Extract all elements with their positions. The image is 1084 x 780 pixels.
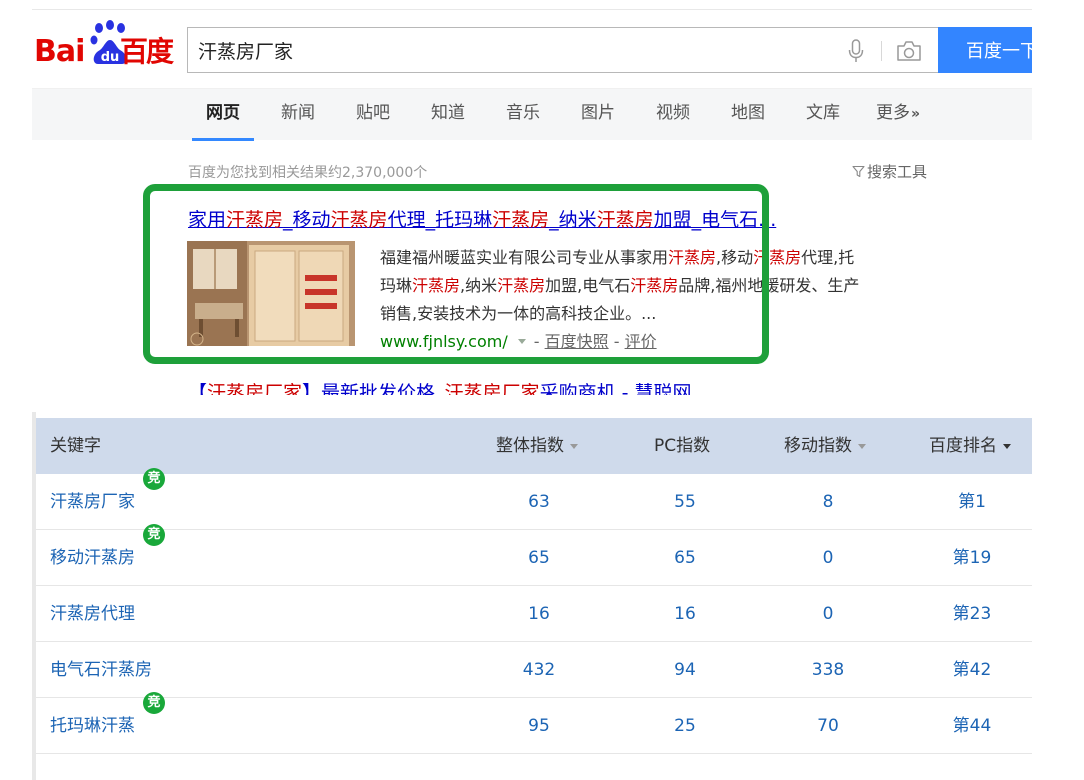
title-text: 采购商机 - 慧聪网 bbox=[539, 382, 692, 395]
nav-tab-zhidao[interactable]: 知道 bbox=[431, 89, 465, 141]
keyword-cell[interactable]: 电气石汗蒸房 bbox=[50, 642, 152, 698]
mobile-cell: 8 bbox=[822, 492, 834, 512]
header-rank-label: 百度排名 bbox=[929, 436, 997, 456]
keyword-index-table: 关键字 整体指数 PC指数 移动指数 百度排名 汗蒸房厂家竞 63 55 8 第1 移动汗… bbox=[32, 412, 1032, 780]
header-mobile-index[interactable]: 移动指数 bbox=[784, 418, 866, 474]
annotation-highlight-frame bbox=[143, 184, 769, 364]
double-chevron-icon: » bbox=[911, 106, 921, 122]
table-row: 移动汗蒸房竞 65 65 0 第19 bbox=[36, 524, 1032, 586]
keyword-cell[interactable]: 托玛琳汗蒸竞 bbox=[50, 692, 165, 754]
keyword-link[interactable]: 汗蒸房厂家 bbox=[50, 492, 135, 512]
header-baidu-rank[interactable]: 百度排名 bbox=[929, 418, 1011, 474]
nav-tab-video[interactable]: 视频 bbox=[656, 89, 690, 141]
nav-tab-music[interactable]: 音乐 bbox=[506, 89, 540, 141]
table-header: 关键字 整体指数 PC指数 移动指数 百度排名 bbox=[36, 418, 1032, 474]
search-tools-label: 搜索工具 bbox=[867, 163, 928, 181]
keyword-link[interactable]: 移动汗蒸房 bbox=[50, 548, 135, 568]
title-text: 】最新批发价格_ bbox=[302, 382, 445, 395]
keyword-link[interactable]: 汗蒸房代理 bbox=[50, 604, 135, 624]
pc-cell: 55 bbox=[674, 492, 696, 512]
pc-cell: 94 bbox=[674, 660, 696, 680]
table-row: 汗蒸房厂家竞 63 55 8 第1 bbox=[36, 468, 1032, 530]
logo-text-latin: Bai bbox=[34, 34, 85, 69]
highlighted-keyword: 汗蒸房厂家 bbox=[444, 382, 540, 395]
sort-caret-icon bbox=[858, 443, 866, 449]
mobile-cell: 70 bbox=[817, 716, 839, 736]
header-overall-index[interactable]: 整体指数 bbox=[496, 418, 578, 474]
nav-tab-wenku[interactable]: 文库 bbox=[806, 89, 840, 141]
logo-text-chinese: 百度 bbox=[120, 35, 174, 68]
nav-tab-web[interactable]: 网页 bbox=[192, 89, 254, 141]
top-divider bbox=[32, 9, 1032, 10]
nav-tab-news[interactable]: 新闻 bbox=[281, 89, 315, 141]
funnel-icon bbox=[852, 165, 865, 178]
baidu-logo[interactable]: Bai du 百度 bbox=[32, 20, 182, 70]
keyword-cell[interactable]: 汗蒸房代理 bbox=[50, 586, 135, 642]
logo-paw-text: du bbox=[101, 50, 120, 65]
keyword-link[interactable]: 托玛琳汗蒸 bbox=[50, 716, 135, 736]
nav-more-label: 更多 bbox=[876, 103, 910, 123]
highlighted-keyword: 汗蒸房厂家 bbox=[207, 382, 303, 395]
search-box-separator bbox=[881, 41, 882, 61]
jing-badge-icon: 竞 bbox=[143, 524, 165, 546]
sort-caret-icon bbox=[1003, 443, 1011, 449]
mobile-cell: 0 bbox=[822, 548, 834, 568]
pc-cell: 25 bbox=[674, 716, 696, 736]
nav-tab-tieba[interactable]: 贴吧 bbox=[356, 89, 390, 141]
table-row: 电气石汗蒸房 432 94 338 第42 bbox=[36, 642, 1032, 698]
title-text: 【 bbox=[188, 382, 208, 395]
header-keyword: 关键字 bbox=[50, 436, 101, 456]
keyword-cell[interactable]: 移动汗蒸房竞 bbox=[50, 524, 165, 586]
header-pc-index[interactable]: PC指数 bbox=[654, 418, 710, 474]
nav-tab-images[interactable]: 图片 bbox=[581, 89, 615, 141]
sort-caret-icon bbox=[570, 443, 578, 449]
overall-cell: 95 bbox=[528, 716, 550, 736]
pc-cell: 65 bbox=[674, 548, 696, 568]
jing-badge-icon: 竞 bbox=[143, 692, 165, 714]
rank-cell[interactable]: 第19 bbox=[912, 530, 1032, 586]
nav-tab-more[interactable]: 更多» bbox=[876, 89, 920, 141]
vertical-nav: 网页 新闻 贴吧 知道 音乐 图片 视频 地图 文库 更多» bbox=[32, 88, 1032, 141]
jing-badge-icon: 竞 bbox=[143, 468, 165, 490]
header-mobile-label: 移动指数 bbox=[784, 436, 852, 456]
table-row: 托玛琳汗蒸竞 95 25 70 第44 bbox=[36, 692, 1032, 754]
nav-tab-map[interactable]: 地图 bbox=[731, 89, 765, 141]
rank-cell[interactable]: 第44 bbox=[912, 698, 1032, 754]
camera-icon[interactable] bbox=[896, 40, 922, 62]
keyword-link[interactable]: 电气石汗蒸房 bbox=[50, 660, 152, 680]
search-tools-button[interactable]: 搜索工具 bbox=[852, 161, 927, 182]
search-page: Bai du 百度 百度一下 网页 新闻 贴吧 知道 音乐 图片 视频 bbox=[32, 0, 1032, 395]
overall-cell: 63 bbox=[528, 492, 550, 512]
search-input[interactable] bbox=[198, 34, 798, 66]
mobile-cell: 0 bbox=[822, 604, 834, 624]
overall-cell: 432 bbox=[522, 660, 556, 680]
table-row: 汗蒸房代理 16 16 0 第23 bbox=[36, 586, 1032, 642]
result-count: 百度为您找到相关结果约2,370,000个 bbox=[188, 165, 428, 181]
rank-cell[interactable]: 第23 bbox=[912, 586, 1032, 642]
next-result-title-link[interactable]: 【汗蒸房厂家】最新批发价格_汗蒸房厂家采购商机 - 慧聪网 bbox=[188, 378, 692, 395]
overall-cell: 16 bbox=[528, 604, 550, 624]
rank-cell[interactable]: 第42 bbox=[912, 642, 1032, 698]
header-overall-label: 整体指数 bbox=[496, 436, 564, 456]
search-box bbox=[187, 27, 939, 73]
search-button[interactable]: 百度一下 bbox=[938, 27, 1032, 73]
overall-cell: 65 bbox=[528, 548, 550, 568]
rank-cell[interactable]: 第1 bbox=[912, 474, 1032, 530]
keyword-cell[interactable]: 汗蒸房厂家竞 bbox=[50, 468, 165, 530]
abstract-text: 代理,托 bbox=[801, 248, 855, 267]
microphone-icon[interactable] bbox=[848, 39, 864, 63]
mobile-cell: 338 bbox=[811, 660, 845, 680]
pc-cell: 16 bbox=[674, 604, 696, 624]
